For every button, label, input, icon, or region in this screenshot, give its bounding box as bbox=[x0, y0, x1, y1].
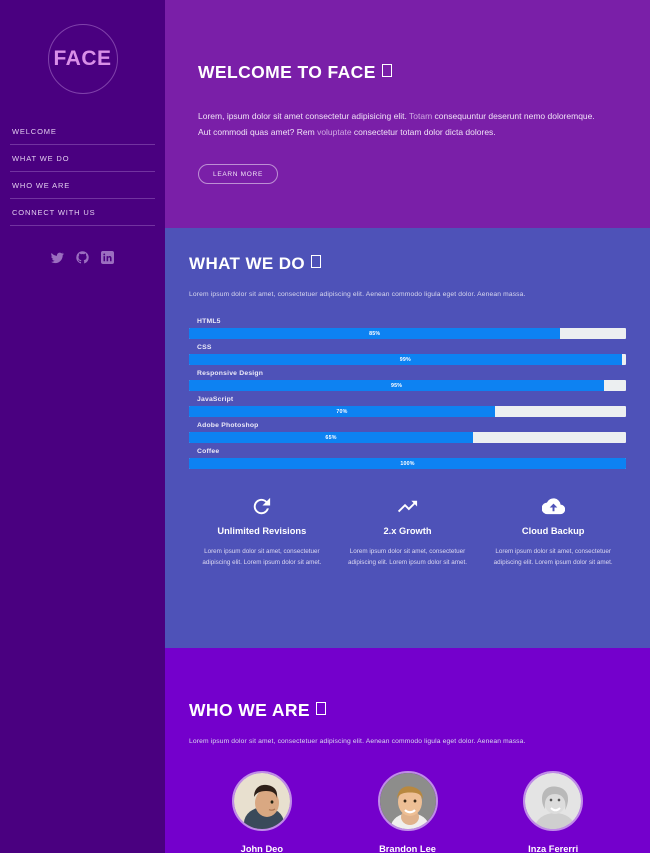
team-member-name: John Deo bbox=[240, 844, 284, 853]
feature-card: Cloud Backup Lorem ipsum dolor sit amet,… bbox=[480, 491, 626, 568]
progress-value: 85% bbox=[369, 330, 381, 337]
progress-fill: 85% bbox=[189, 328, 561, 339]
progress-value: 70% bbox=[336, 408, 348, 415]
linkedin-icon[interactable] bbox=[101, 251, 114, 264]
feature-card: 2.x Growth Lorem ipsum dolor sit amet, c… bbox=[335, 491, 481, 568]
logo-text: FACE bbox=[53, 47, 112, 70]
sidebar-nav: WELCOME WHAT WE DO WHO WE ARE CONNECT WI… bbox=[0, 118, 165, 226]
features-row: Unlimited Revisions Lorem ipsum dolor si… bbox=[189, 491, 626, 568]
learn-more-button[interactable]: LEARN MORE bbox=[198, 164, 278, 185]
box-glyph-icon bbox=[381, 64, 392, 77]
skill-row: JavaScript 70% bbox=[189, 396, 626, 417]
progress-fill: 100% bbox=[189, 458, 626, 469]
skill-label: Responsive Design bbox=[197, 370, 264, 377]
progress-track: 99% bbox=[189, 354, 626, 365]
sidebar-item-what-we-do[interactable]: WHAT WE DO bbox=[10, 145, 155, 172]
progress-fill: 70% bbox=[189, 406, 495, 417]
what-we-do-title: WHAT WE DO bbox=[189, 254, 626, 274]
progress-fill: 99% bbox=[189, 354, 622, 365]
progress-track: 65% bbox=[189, 432, 626, 443]
box-glyph-icon bbox=[315, 702, 326, 715]
progress-value: 95% bbox=[390, 382, 403, 389]
progress-track: 70% bbox=[189, 406, 626, 417]
skill-label: HTML5 bbox=[197, 318, 221, 325]
trending-up-icon bbox=[345, 491, 471, 521]
team-row: John Deo Brandon Lee Inza Fererri bbox=[189, 771, 626, 853]
feature-title: 2.x Growth bbox=[383, 526, 432, 536]
skill-label: JavaScript bbox=[197, 396, 234, 403]
progress-track: 95% bbox=[189, 380, 626, 391]
what-we-do-subtitle: Lorem ipsum dolor sit amet, consectetuer… bbox=[189, 291, 526, 298]
team-member[interactable]: Brandon Lee bbox=[335, 771, 481, 853]
welcome-paragraph: Lorem, ipsum dolor sit amet consectetur … bbox=[198, 109, 598, 140]
welcome-body-dim2: voluptate bbox=[317, 126, 352, 137]
team-member-name: Inza Fererri bbox=[528, 844, 579, 853]
welcome-title-text: WELCOME TO FACE bbox=[198, 62, 376, 82]
sidebar: FACE WELCOME WHAT WE DO WHO WE ARE CONNE… bbox=[0, 0, 165, 853]
skill-row: Responsive Design 95% bbox=[189, 370, 626, 391]
section-welcome: WELCOME TO FACE Lorem, ipsum dolor sit a… bbox=[165, 0, 650, 228]
refresh-icon bbox=[199, 491, 325, 521]
avatar bbox=[523, 771, 584, 831]
progress-fill: 95% bbox=[189, 380, 605, 391]
feature-desc: Lorem ipsum dolor sit amet, consectetuer… bbox=[348, 548, 467, 567]
what-we-do-title-text: WHAT WE DO bbox=[189, 254, 306, 273]
welcome-body-part1: Lorem, ipsum dolor sit amet consectetur … bbox=[198, 111, 410, 121]
welcome-body-dim1: Totam bbox=[409, 111, 433, 121]
team-member[interactable]: Inza Fererri bbox=[480, 771, 626, 853]
avatar bbox=[377, 771, 438, 831]
team-member[interactable]: John Deo bbox=[189, 771, 335, 853]
feature-desc: Lorem ipsum dolor sit amet, consectetuer… bbox=[202, 548, 322, 567]
who-we-are-title: WHO WE ARE bbox=[189, 700, 626, 721]
box-glyph-icon bbox=[311, 255, 322, 268]
section-what-we-do: WHAT WE DO Lorem ipsum dolor sit amet, c… bbox=[165, 228, 650, 648]
skill-label: Adobe Photoshop bbox=[197, 422, 259, 429]
who-we-are-title-text: WHO WE ARE bbox=[189, 700, 310, 720]
who-we-are-subtitle: Lorem ipsum dolor sit amet, consectetuer… bbox=[189, 738, 526, 745]
feature-title: Unlimited Revisions bbox=[217, 526, 307, 536]
sidebar-item-who-we-are[interactable]: WHO WE ARE bbox=[10, 172, 155, 199]
logo-circle: FACE bbox=[47, 24, 118, 94]
progress-track: 100% bbox=[189, 458, 626, 469]
section-who-we-are: WHO WE ARE Lorem ipsum dolor sit amet, c… bbox=[165, 648, 650, 853]
team-member-name: Brandon Lee bbox=[379, 844, 436, 853]
progress-track: 85% bbox=[189, 328, 626, 339]
skill-row: HTML5 85% bbox=[189, 318, 626, 339]
feature-card: Unlimited Revisions Lorem ipsum dolor si… bbox=[189, 491, 335, 568]
feature-desc: Lorem ipsum dolor sit amet, consectetuer… bbox=[493, 548, 613, 567]
brand-logo[interactable]: FACE bbox=[0, 0, 165, 118]
avatar bbox=[231, 771, 292, 831]
feature-title: Cloud Backup bbox=[521, 526, 585, 536]
twitter-icon[interactable] bbox=[51, 251, 64, 264]
progress-fill: 65% bbox=[189, 432, 474, 443]
page-root: FACE WELCOME WHAT WE DO WHO WE ARE CONNE… bbox=[0, 0, 650, 853]
page-title: WELCOME TO FACE bbox=[198, 62, 617, 83]
skills-chart: HTML5 85% CSS 99% Responsive Design 95% JavaSc… bbox=[189, 318, 626, 469]
main-content: WELCOME TO FACE Lorem, ipsum dolor sit a… bbox=[165, 0, 650, 853]
progress-value: 99% bbox=[399, 356, 411, 363]
skill-row: Adobe Photoshop 65% bbox=[189, 422, 626, 443]
sidebar-item-connect-with-us[interactable]: CONNECT WITH US bbox=[10, 199, 155, 226]
social-links bbox=[0, 251, 165, 264]
github-icon[interactable] bbox=[76, 251, 89, 264]
progress-value: 100% bbox=[400, 460, 415, 467]
progress-value: 65% bbox=[325, 434, 337, 441]
welcome-body-part3: consectetur totam dolor dicta dolores. bbox=[351, 126, 496, 137]
sidebar-item-welcome[interactable]: WELCOME bbox=[10, 118, 155, 145]
skill-row: CSS 99% bbox=[189, 344, 626, 365]
skill-label: Coffee bbox=[197, 448, 220, 455]
skill-label: CSS bbox=[197, 344, 212, 351]
cloud-upload-icon bbox=[490, 491, 616, 521]
skill-row: Coffee 100% bbox=[189, 448, 626, 469]
